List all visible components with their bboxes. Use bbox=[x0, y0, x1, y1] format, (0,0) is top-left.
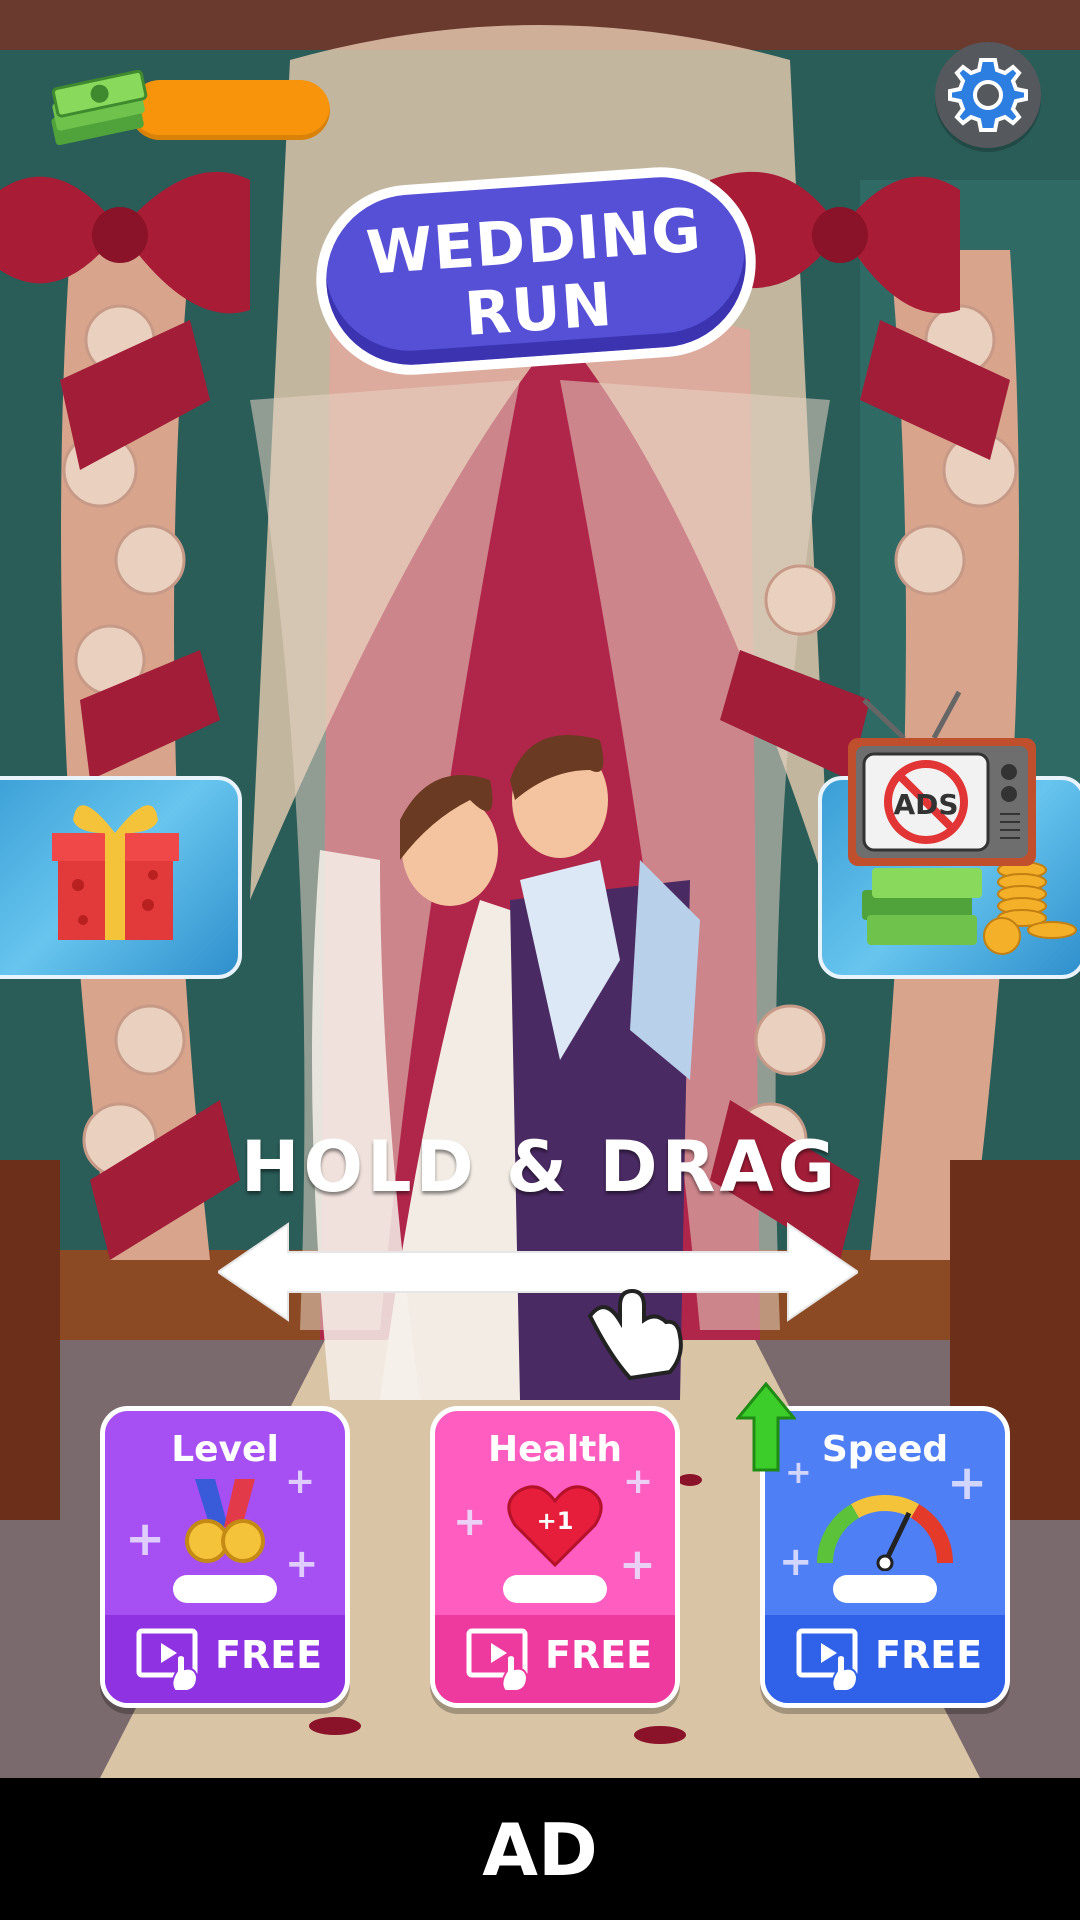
watch-video-icon bbox=[466, 1628, 529, 1692]
speed-value-pill bbox=[833, 1575, 937, 1603]
level-value-pill bbox=[173, 1575, 277, 1603]
ad-label: AD bbox=[482, 1808, 598, 1892]
plus-icon: + bbox=[619, 1539, 656, 1590]
gift-panel-button[interactable] bbox=[0, 776, 242, 979]
currency-bar bbox=[130, 80, 330, 140]
game-title-badge: WEDDING RUN bbox=[309, 160, 763, 382]
double-arrow-icon bbox=[218, 1222, 858, 1322]
plus-icon: + bbox=[285, 1541, 319, 1587]
settings-button[interactable] bbox=[935, 42, 1041, 148]
plus-icon: + bbox=[453, 1499, 487, 1545]
cash-stack-icon bbox=[51, 70, 148, 146]
plus-icon: + bbox=[125, 1511, 166, 1567]
medals-icon bbox=[185, 1479, 265, 1563]
speed-free-button[interactable]: FREE bbox=[765, 1615, 1005, 1703]
speedometer-icon bbox=[817, 1494, 953, 1571]
ad-banner[interactable]: AD bbox=[0, 1778, 1080, 1920]
heart-plus-text: +1 bbox=[537, 1507, 574, 1535]
health-free-label: FREE bbox=[545, 1633, 653, 1677]
health-upgrade-card[interactable]: Health + + + +1 FREE bbox=[430, 1406, 680, 1708]
health-free-button[interactable]: FREE bbox=[435, 1615, 675, 1703]
pointer-hand-icon bbox=[587, 1288, 683, 1381]
level-upgrade-card[interactable]: Level + + + FREE bbox=[100, 1406, 350, 1708]
speed-free-label: FREE bbox=[875, 1633, 983, 1677]
speed-upgrade-card[interactable]: Speed + + + FREE bbox=[760, 1406, 1010, 1708]
tv-ads-text: ADS bbox=[893, 788, 958, 821]
game-title: WEDDING RUN bbox=[322, 194, 750, 359]
no-ads-tv-icon[interactable]: ADS bbox=[844, 690, 1040, 880]
level-free-label: FREE bbox=[215, 1633, 323, 1677]
watch-video-icon bbox=[796, 1628, 859, 1692]
game-scene[interactable]: WEDDING RUN ADS HOLD & DRAG Level + + + … bbox=[0, 0, 1080, 1778]
heart-plus-one-icon: +1 bbox=[507, 1485, 603, 1568]
health-value-pill bbox=[503, 1575, 607, 1603]
plus-icon: + bbox=[779, 1539, 813, 1585]
level-free-button[interactable]: FREE bbox=[105, 1615, 345, 1703]
watch-video-icon bbox=[136, 1628, 199, 1692]
tutorial-instruction: HOLD & DRAG bbox=[240, 1126, 840, 1208]
plus-icon: + bbox=[285, 1461, 316, 1502]
currency-display bbox=[40, 70, 330, 150]
plus-icon: + bbox=[947, 1455, 988, 1511]
gear-icon bbox=[948, 58, 1028, 132]
plus-icon: + bbox=[623, 1461, 654, 1502]
gift-box-icon bbox=[52, 805, 179, 940]
green-up-arrow-icon bbox=[736, 1382, 796, 1472]
